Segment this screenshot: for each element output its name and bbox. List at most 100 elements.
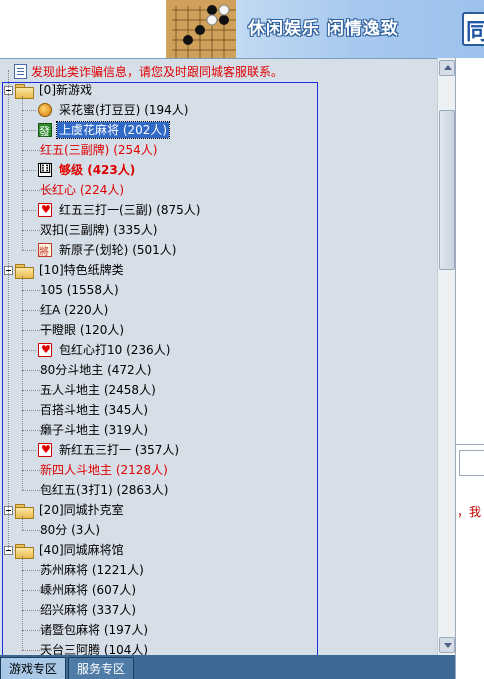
tree-connector: [22, 170, 36, 171]
game-item[interactable]: 采花蜜(打豆豆) (194人): [0, 100, 318, 120]
game-label: 包红五(3打1) (2863人): [38, 482, 170, 498]
player-count: (120人): [79, 323, 125, 337]
right-pane-divider: [456, 444, 484, 445]
player-count: (202人): [122, 123, 168, 137]
game-label: 苏州麻将 (1221人): [38, 562, 146, 578]
tree-category[interactable]: [10]特色纸牌类: [0, 260, 318, 280]
game-item[interactable]: 干瞪眼 (120人): [0, 320, 318, 340]
game-item[interactable]: 新四人斗地主 (2128人): [0, 460, 318, 480]
tab-games[interactable]: 游戏专区: [0, 657, 67, 679]
tree-category[interactable]: [40]同城麻将馆: [0, 540, 318, 560]
category-label: [20]同城扑克室: [39, 503, 124, 517]
banner-artwork: 休闲娱乐 闲情逸致 同: [166, 0, 484, 58]
game-item[interactable]: 包红心打10 (236人): [0, 340, 318, 360]
folder-open-icon: [15, 503, 34, 519]
heart-card-icon: [38, 343, 52, 357]
game-item[interactable]: 双扣(三副牌) (335人): [0, 220, 318, 240]
tree-connector: [22, 276, 23, 490]
heart-card-icon: [38, 203, 52, 217]
heart-card-icon: [38, 443, 52, 457]
game-name: 天台三阿腾: [40, 643, 101, 655]
game-item[interactable]: 105 (1558人): [0, 280, 318, 300]
folder-open-icon: [15, 83, 34, 99]
tab-services[interactable]: 服务专区: [68, 657, 135, 679]
right-pane-text: ，我: [457, 505, 482, 519]
game-name: 采花蜜(打豆豆): [59, 103, 141, 117]
game-item[interactable]: 上虞花麻将 (202人): [0, 120, 318, 140]
game-item[interactable]: 诸暨包麻将 (197人): [0, 620, 318, 640]
tree-connector: [22, 330, 52, 331]
tree-connector: [22, 150, 52, 151]
game-item[interactable]: 百搭斗地主 (345人): [0, 400, 318, 420]
game-item[interactable]: 80分 (3人): [0, 520, 318, 540]
scroll-up-arrow-icon[interactable]: [439, 60, 455, 76]
player-count: (607人): [91, 583, 137, 597]
player-count: (345人): [103, 403, 149, 417]
game-item[interactable]: 癞子斗地主 (319人): [0, 420, 318, 440]
tree-connector: [22, 570, 52, 571]
tree-root-connector: [8, 70, 9, 550]
tree-category[interactable]: [0]新游戏: [0, 80, 318, 100]
tree-connector: [22, 130, 36, 131]
game-item[interactable]: 新红五三打一 (357人): [0, 440, 318, 460]
game-label: 包红心打10 (236人): [57, 342, 172, 358]
game-item[interactable]: 天台三阿腾 (104人): [0, 640, 318, 655]
game-item[interactable]: 长红心 (224人): [0, 180, 318, 200]
player-count: (1558人): [66, 283, 119, 297]
mahjong-tile-icon: [38, 123, 52, 139]
game-item[interactable]: 红五(三副牌) (254人): [0, 140, 318, 160]
player-count: (875人): [156, 203, 201, 217]
tree-connector: [22, 96, 23, 250]
tree-scrollbar[interactable]: [437, 58, 455, 655]
game-label: 天台三阿腾 (104人): [38, 642, 150, 655]
folder-open-icon: [15, 543, 34, 559]
player-count: (197人): [103, 623, 149, 637]
game-tree[interactable]: [0]新游戏采花蜜(打豆豆) (194人) 上虞花麻将 (202人) 红五(三副牌)…: [0, 70, 318, 655]
game-item[interactable]: 包红五(3打1) (2863人): [0, 480, 318, 500]
game-item[interactable]: 绍兴麻将 (337人): [0, 600, 318, 620]
game-item[interactable]: 嵊州麻将 (607人): [0, 580, 318, 600]
game-item[interactable]: 新原子(划轮) (501人): [0, 240, 318, 260]
player-count: (335人): [113, 223, 158, 237]
game-item[interactable]: 够级 (423人): [0, 160, 318, 180]
tree-connector: [22, 390, 52, 391]
right-pane-input[interactable]: [459, 450, 484, 476]
player-count: (337人): [91, 603, 137, 617]
tree-connector: [22, 590, 52, 591]
game-label: 80分斗地主 (472人): [38, 362, 153, 378]
chinese-tile-icon: [38, 243, 52, 258]
game-label: 新红五三打一 (357人): [57, 442, 181, 458]
folder-open-icon: [15, 263, 34, 279]
game-item[interactable]: 苏州麻将 (1221人): [0, 560, 318, 580]
game-name: 够级: [59, 163, 84, 177]
game-item[interactable]: 红A (220人): [0, 300, 318, 320]
game-item[interactable]: 红五三打一(三副) (875人): [0, 200, 318, 220]
game-label: 红五(三副牌) (254人): [38, 142, 159, 158]
right-content-pane: ，我: [455, 58, 484, 679]
document-icon: [14, 63, 27, 79]
tree-connector: [22, 210, 36, 211]
category-label: [0]新游戏: [39, 83, 92, 97]
tree-category[interactable]: [20]同城扑克室: [0, 500, 318, 520]
tree-connector: [22, 556, 23, 650]
tree-connector: [22, 610, 52, 611]
banner-logo-char: 同: [466, 19, 484, 45]
tree-connector: [22, 290, 52, 291]
game-label: 双扣(三副牌) (335人): [38, 222, 159, 238]
tree-connector: [22, 530, 52, 531]
tree-connector: [22, 650, 52, 651]
scroll-thumb[interactable]: [439, 110, 455, 270]
scroll-down-arrow-icon[interactable]: [439, 637, 455, 653]
tree-connector: [22, 430, 52, 431]
player-count: (357人): [134, 443, 180, 457]
category-label: [40]同城麻将馆: [39, 543, 124, 557]
game-label: 五人斗地主 (2458人): [38, 382, 158, 398]
player-count: (236人): [126, 343, 171, 357]
game-tree-panel[interactable]: 发现此类诈骗信息，请您及时跟同城客服联系。 [0]新游戏采花蜜(打豆豆) (19…: [0, 58, 455, 655]
top-banner: 休闲娱乐 闲情逸致 同: [0, 0, 484, 58]
game-item[interactable]: 80分斗地主 (472人): [0, 360, 318, 380]
game-item[interactable]: 五人斗地主 (2458人): [0, 380, 318, 400]
bean-icon: [38, 103, 52, 117]
tree-connector: [22, 370, 52, 371]
fraud-notice[interactable]: 发现此类诈骗信息，请您及时跟同城客服联系。: [14, 63, 283, 79]
